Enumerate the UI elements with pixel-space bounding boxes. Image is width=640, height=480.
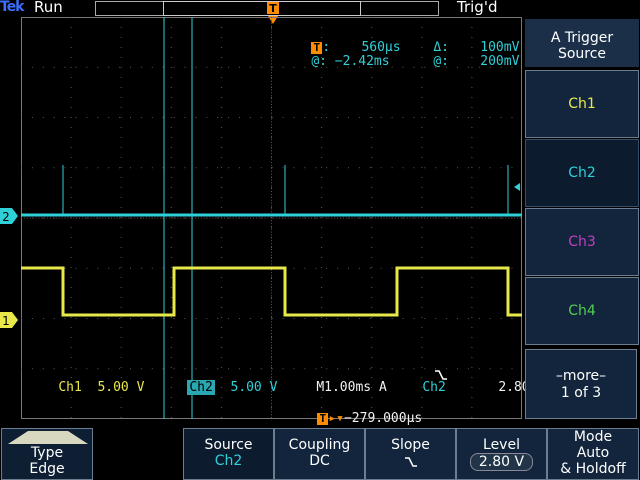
falling-slope-icon xyxy=(404,457,417,467)
record-view-window xyxy=(163,1,361,16)
trigger-level-arrow xyxy=(514,183,520,191)
more-button[interactable]: –more– 1 of 3 xyxy=(525,349,637,419)
menu-tab-icon xyxy=(8,431,88,444)
svg-text:2: 2 xyxy=(2,210,10,224)
side-menu: A Trigger Source Ch1 Ch2 Ch3 Ch4 –more– … xyxy=(525,19,640,422)
cursor-readout-time-at: @: −2.42ms xyxy=(311,54,390,69)
cursor-time-at: −2.42ms xyxy=(334,54,390,69)
coupling-button[interactable]: Coupling DC xyxy=(274,428,365,480)
cursor-readout-volt-at: @: 200mV xyxy=(433,54,520,69)
mode-holdoff-button[interactable]: Mode Auto & Holdoff xyxy=(547,428,639,480)
source-ch2-button[interactable]: Ch2 xyxy=(525,139,639,207)
type-button[interactable]: Type Edge xyxy=(1,428,93,480)
ch2-ground-marker: 2 xyxy=(0,208,18,224)
ch2-scale-readout: Ch2 5.00 V xyxy=(187,380,278,395)
level-button[interactable]: Level 2.80 V xyxy=(456,428,547,480)
slope-button[interactable]: Slope xyxy=(365,428,456,480)
trigger-marker-label: T xyxy=(269,2,277,15)
level-value: 2.80 V xyxy=(469,453,534,471)
source-button[interactable]: Source Ch2 xyxy=(183,428,274,480)
acquisition-state: Run xyxy=(34,0,63,16)
source-ch1-button[interactable]: Ch1 xyxy=(525,70,639,138)
falling-slope-icon xyxy=(435,370,447,380)
ch1-scale-readout: Ch1 5.00 V xyxy=(58,380,145,395)
brand-logo: Tek xyxy=(0,0,24,15)
ch1-ground-marker: 1 xyxy=(0,312,18,328)
side-menu-title: A Trigger Source xyxy=(525,19,639,67)
oscilloscope-screen: Tek Run T Trig'd 2 1 T: 560µs @: −2.42ms… xyxy=(0,0,640,480)
cursor-volt-at: 200mV xyxy=(480,54,520,69)
svg-text:1: 1 xyxy=(2,314,10,328)
source-ch3-button[interactable]: Ch3 xyxy=(525,208,639,276)
trigger-icon: T xyxy=(317,413,329,425)
trigger-status: Trig'd xyxy=(457,0,498,16)
source-ch4-button[interactable]: Ch4 xyxy=(525,277,639,345)
